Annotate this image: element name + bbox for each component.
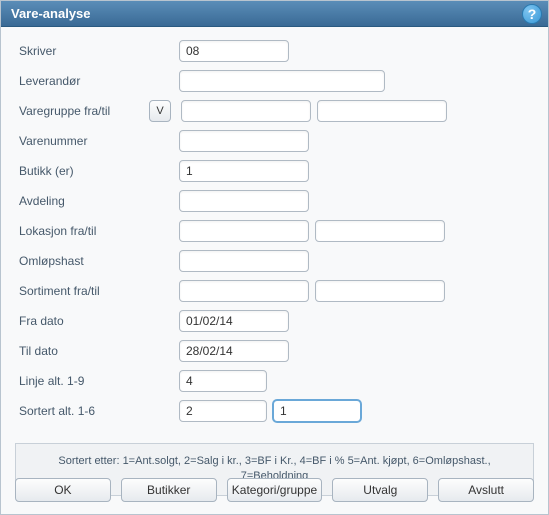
varenummer-input[interactable]: [179, 130, 309, 152]
varegruppe-v-button[interactable]: V: [149, 100, 171, 122]
ok-button[interactable]: OK: [15, 478, 111, 502]
button-bar: OK Butikker Kategori/gruppe Utvalg Avslu…: [15, 478, 534, 502]
varegruppe-label: Varegruppe fra/til: [19, 104, 149, 118]
kategori-gruppe-button[interactable]: Kategori/gruppe: [227, 478, 323, 502]
fra-dato-label: Fra dato: [19, 314, 149, 328]
linje-label: Linje alt. 1-9: [19, 374, 149, 388]
avdeling-input[interactable]: [179, 190, 309, 212]
dialog-title: Vare-analyse: [11, 6, 91, 21]
form-area: Skriver Leverandør Varegruppe fra/til V …: [1, 27, 548, 433]
til-dato-label: Til dato: [19, 344, 149, 358]
sortert-input-2[interactable]: [273, 400, 361, 422]
sortert-input-1[interactable]: [179, 400, 267, 422]
varegruppe-to-input[interactable]: [317, 100, 447, 122]
lokasjon-from-input[interactable]: [179, 220, 309, 242]
sortiment-from-input[interactable]: [179, 280, 309, 302]
varegruppe-from-input[interactable]: [181, 100, 311, 122]
lokasjon-label: Lokasjon fra/til: [19, 224, 149, 238]
skriver-input[interactable]: [179, 40, 289, 62]
sortiment-to-input[interactable]: [315, 280, 445, 302]
sortert-label: Sortert alt. 1-6: [19, 404, 149, 418]
utvalg-button[interactable]: Utvalg: [332, 478, 428, 502]
help-icon[interactable]: ?: [522, 4, 542, 24]
skriver-label: Skriver: [19, 44, 149, 58]
omlopshast-label: Omløpshast: [19, 254, 149, 268]
til-dato-input[interactable]: [179, 340, 289, 362]
butikker-button[interactable]: Butikker: [121, 478, 217, 502]
butikk-input[interactable]: [179, 160, 309, 182]
vare-analyse-dialog: Vare-analyse ? Skriver Leverandør Varegr…: [0, 0, 549, 515]
butikk-label: Butikk (er): [19, 164, 149, 178]
avslutt-button[interactable]: Avslutt: [438, 478, 534, 502]
varenummer-label: Varenummer: [19, 134, 149, 148]
leverandor-label: Leverandør: [19, 74, 149, 88]
avdeling-label: Avdeling: [19, 194, 149, 208]
omlopshast-input[interactable]: [179, 250, 309, 272]
linje-input[interactable]: [179, 370, 267, 392]
leverandor-input[interactable]: [179, 70, 385, 92]
lokasjon-to-input[interactable]: [315, 220, 445, 242]
sortiment-label: Sortiment fra/til: [19, 284, 149, 298]
fra-dato-input[interactable]: [179, 310, 289, 332]
titlebar: Vare-analyse ?: [1, 1, 548, 27]
